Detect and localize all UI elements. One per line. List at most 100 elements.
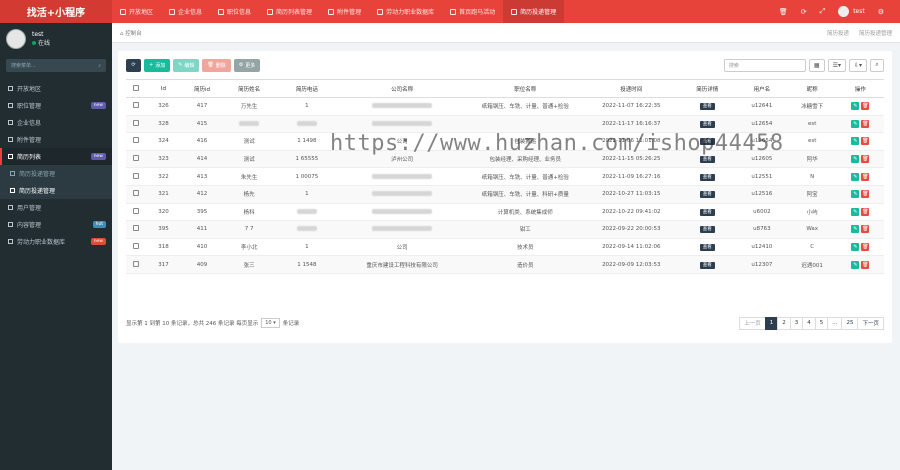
select-all-checkbox[interactable] (126, 79, 146, 98)
sidebar-item[interactable]: 用户管理 (0, 199, 112, 216)
row-delete-button[interactable]: 🗑 (861, 137, 870, 146)
settings-icon[interactable]: ⚙ (878, 8, 884, 16)
sidebar-subitem[interactable]: 简历投递管理 (0, 182, 112, 199)
breadcrumb-item[interactable]: 简历投递管理 (859, 29, 892, 37)
search-toggle-button[interactable]: ⌕ (870, 58, 884, 72)
table-row[interactable]: 326 417 万先生 1 纸箱钢压、车铣、计量、普通+检验 2022-11-07 16:… (126, 97, 884, 116)
row-delete-button[interactable]: 🗑 (861, 102, 870, 111)
table-row[interactable]: 322 413 朱先生 1 00075 纸箱钢压、车铣、计量、普通+检验 2022-11-… (126, 167, 884, 186)
page-button[interactable]: 25 (841, 316, 859, 330)
page-button[interactable]: ... (827, 316, 843, 330)
user-menu[interactable]: test (838, 6, 865, 17)
row-edit-button[interactable]: ✎ (851, 225, 860, 234)
column-header[interactable]: 公司名称 (337, 79, 467, 98)
sidebar-item[interactable]: 开放地区 (0, 80, 112, 97)
breadcrumb-home[interactable]: ⌂ 控制台 (120, 29, 142, 37)
sidebar-item[interactable]: 内容管理 hot (0, 216, 112, 233)
sidebar-item[interactable]: 企业信息 (0, 114, 112, 131)
view-resume-button[interactable]: 查看 (699, 226, 715, 234)
top-nav-item[interactable]: 首页跑马活动 (442, 0, 503, 23)
column-header[interactable]: 职位名称 (466, 79, 585, 98)
column-header[interactable]: 简历电话 (275, 79, 338, 98)
row-checkbox[interactable] (126, 203, 146, 222)
row-edit-button[interactable]: ✎ (851, 207, 860, 216)
table-row[interactable]: 324 416 测试 1 1498 公司 包装搬运 2022-11-06 11:01:08 查… (126, 132, 884, 151)
edit-button[interactable]: ✎ 编辑 (173, 58, 200, 72)
sidebar-item[interactable]: 职位管理 new (0, 97, 112, 114)
sidebar-item[interactable]: 劳动力职业数据库 new (0, 233, 112, 250)
top-nav-item[interactable]: 简历列表管理 (259, 0, 320, 23)
refresh-button[interactable]: ⟳ (126, 58, 141, 72)
row-edit-button[interactable]: ✎ (851, 102, 860, 111)
column-header[interactable]: 操作 (836, 79, 884, 98)
top-nav-item[interactable]: 附件管理 (320, 0, 369, 23)
page-button[interactable]: 2 (777, 316, 791, 330)
row-delete-button[interactable]: 🗑 (861, 207, 870, 216)
column-header[interactable]: 昵称 (787, 79, 837, 98)
fullscreen-icon[interactable]: ⤢ (820, 7, 826, 16)
page-button[interactable]: 1 (764, 316, 779, 330)
top-nav-item[interactable]: 企业信息 (161, 0, 210, 23)
row-edit-button[interactable]: ✎ (851, 137, 860, 146)
table-row[interactable]: 318 410 李小北 1 公司 技术员 2022-09-14 11:02:06 查看 u124… (126, 238, 884, 257)
view-resume-button[interactable]: 查看 (699, 173, 715, 181)
column-header[interactable]: 简历姓名 (222, 79, 276, 98)
top-nav-item[interactable]: 劳动力职业数据库 (369, 0, 442, 23)
view-resume-button[interactable]: 查看 (699, 191, 715, 199)
breadcrumb-item[interactable]: 简历投递 (827, 29, 849, 37)
search-input[interactable]: 搜索 (723, 58, 806, 72)
view-resume-button[interactable]: 查看 (699, 103, 715, 111)
brand-logo[interactable]: 找活+小程序 (0, 0, 112, 23)
view-resume-button[interactable]: 查看 (699, 120, 715, 128)
column-header[interactable]: Id (145, 79, 182, 98)
export-button[interactable]: ⇩▾ (848, 58, 867, 72)
table-row[interactable]: 317 409 张三 1 1548 重庆市建设工程科技有限公司 造价员 2022-09-09… (126, 255, 884, 274)
page-size-select[interactable]: 10 ▾ (261, 318, 280, 328)
row-checkbox[interactable] (126, 150, 146, 169)
row-edit-button[interactable]: ✎ (851, 260, 860, 269)
row-delete-button[interactable]: 🗑 (861, 260, 870, 269)
row-checkbox[interactable] (126, 238, 146, 257)
row-edit-button[interactable]: ✎ (851, 243, 860, 252)
refresh-icon[interactable]: ⟳ (801, 8, 807, 16)
top-nav-item[interactable]: 职位信息 (210, 0, 259, 23)
sidebar-item[interactable]: 简历列表 new (0, 148, 112, 165)
row-checkbox[interactable] (126, 97, 146, 116)
sidebar-item[interactable]: 附件管理 (0, 131, 112, 148)
row-delete-button[interactable]: 🗑 (861, 190, 870, 199)
more-button[interactable]: ⚙ 更多 (233, 58, 261, 72)
row-edit-button[interactable]: ✎ (851, 155, 860, 164)
row-delete-button[interactable]: 🗑 (861, 155, 870, 164)
table-row[interactable]: 321 412 杨先 1 纸箱钢压、车铣、计量、科研+质量 2022-10-27 11:0… (126, 185, 884, 204)
table-row[interactable]: 323 414 测试 1 65555 泸州公司 包装经理、采购经理、业务员 2022-11-… (126, 150, 884, 169)
column-header[interactable]: 投递时间 (584, 79, 679, 98)
top-nav-item[interactable]: 开放地区 (112, 0, 161, 23)
row-checkbox[interactable] (126, 255, 146, 274)
top-nav-item[interactable]: 简历投递管理 (503, 0, 565, 23)
add-button[interactable]: + 添加 (144, 58, 171, 72)
sidebar-search[interactable]: 搜索菜单... ⌕ (6, 59, 106, 72)
view-resume-button[interactable]: 查看 (699, 208, 715, 216)
row-edit-button[interactable]: ✎ (851, 119, 860, 128)
view-resume-button[interactable]: 查看 (699, 138, 715, 146)
table-row[interactable]: 395 411 7 7 钳工 2022-09-22 20:00:53 查看 u8763 Wax… (126, 220, 884, 239)
view-resume-button[interactable]: 查看 (699, 156, 715, 164)
page-button[interactable]: 5 (814, 316, 829, 330)
toggle-view-button[interactable]: ▦ (808, 58, 825, 72)
column-header[interactable]: 用户名 (736, 79, 788, 98)
delete-button[interactable]: 🗑 删除 (202, 58, 231, 72)
next-page-button[interactable]: 下一页 (857, 316, 884, 330)
page-button[interactable]: 3 (789, 316, 804, 330)
row-checkbox[interactable] (126, 115, 146, 134)
sidebar-subitem[interactable]: 简历投递管理 (0, 165, 112, 182)
row-delete-button[interactable]: 🗑 (861, 172, 870, 181)
row-edit-button[interactable]: ✎ (851, 172, 860, 181)
columns-button[interactable]: ☰▾ (827, 58, 846, 72)
row-checkbox[interactable] (126, 167, 146, 186)
row-checkbox[interactable] (126, 132, 146, 151)
view-resume-button[interactable]: 查看 (699, 244, 715, 252)
row-delete-button[interactable]: 🗑 (861, 243, 870, 252)
row-checkbox[interactable] (126, 220, 146, 239)
row-checkbox[interactable] (126, 185, 146, 204)
page-button[interactable]: 4 (802, 316, 816, 330)
